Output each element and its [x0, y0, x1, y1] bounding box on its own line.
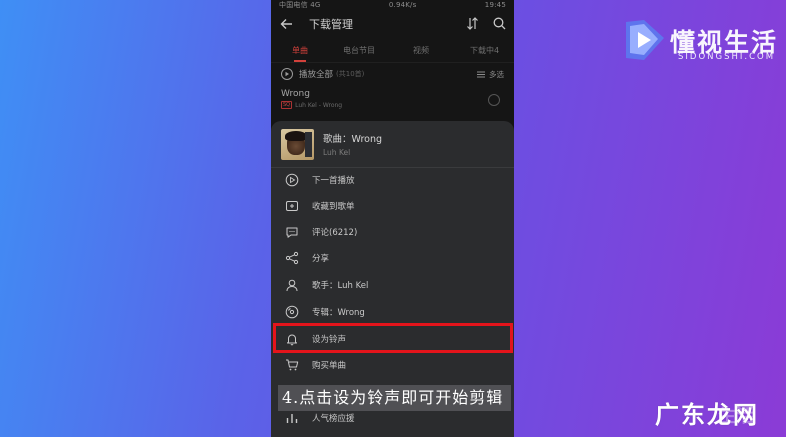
tab-bar: 单曲 电台节目 视频 下载中4: [271, 38, 514, 63]
logo-text-en: SIDONGSHI.COM: [678, 52, 776, 62]
tab-radio[interactable]: 电台节目: [343, 45, 375, 56]
sheet-song-title: 歌曲：Wrong: [323, 134, 383, 145]
song-name: Wrong: [281, 89, 310, 99]
quality-badge: SQ: [281, 101, 293, 109]
song-sub: SQ Luh Kel - Wrong: [281, 101, 504, 109]
menu-label: 歌手：Luh Kel: [312, 281, 369, 291]
artist-icon: [284, 278, 299, 293]
clock-text: 19:45: [484, 1, 506, 9]
menu-buy-single[interactable]: 购买单曲: [271, 352, 514, 378]
menu-label: 专辑：Wrong: [312, 308, 365, 318]
menu-play-next[interactable]: 下一首播放: [271, 167, 514, 193]
song-artist-album: Luh Kel - Wrong: [295, 101, 343, 109]
ringtone-highlight-box: [273, 323, 513, 353]
song-more-icon[interactable]: [488, 94, 500, 106]
album-icon: [284, 305, 299, 320]
watermark-faint: 生活: [718, 406, 754, 427]
play-logo-icon: [620, 18, 670, 64]
share-icon: [284, 251, 299, 266]
menu-artist[interactable]: 歌手：Luh Kel: [271, 272, 514, 298]
menu-label: 人气榜应援: [312, 414, 355, 424]
multi-select-button[interactable]: 多选: [477, 69, 504, 80]
menu-label: 购买单曲: [312, 361, 347, 371]
sidongshi-logo: 懂视生活 SIDONGSHI.COM: [620, 18, 778, 64]
sheet-artist: Luh Kel: [323, 148, 351, 157]
page-title: 下载管理: [309, 18, 353, 31]
app-bar: 下载管理: [271, 10, 514, 38]
menu-label: 评论(6212): [312, 228, 358, 238]
menu-label: 分享: [312, 254, 330, 264]
play-all-count: (共10首): [336, 70, 365, 78]
search-icon[interactable]: [493, 15, 506, 34]
menu-label: 下一首播放: [312, 176, 355, 186]
step-caption: 4.点击设为铃声即可开始剪辑: [278, 385, 511, 411]
menu-comment[interactable]: 评论(6212): [271, 219, 514, 245]
sort-icon[interactable]: [466, 15, 479, 34]
cart-icon: [284, 358, 299, 373]
play-all-label: 播放全部: [299, 70, 334, 80]
play-circle-icon: [281, 68, 293, 80]
sheet-header: 歌曲：Wrong Luh Kel: [271, 121, 514, 168]
menu-share[interactable]: 分享: [271, 245, 514, 271]
back-arrow-icon[interactable]: [279, 16, 295, 32]
phone-screen: 中国电信 4G 0.94K/s 19:45 下载管理 单曲 电台节目 视频 下载…: [271, 0, 514, 437]
carrier-text: 中国电信 4G: [279, 1, 321, 9]
tab-video[interactable]: 视频: [413, 45, 429, 56]
play-all-row[interactable]: 播放全部 (共10首) 多选: [271, 63, 514, 85]
multi-select-label: 多选: [489, 69, 504, 79]
menu-add-to-playlist[interactable]: 收藏到歌单: [271, 193, 514, 219]
tab-downloading[interactable]: 下载中4: [470, 45, 499, 56]
list-icon: [477, 71, 485, 77]
menu-album[interactable]: 专辑：Wrong: [271, 299, 514, 325]
chart-icon: [284, 411, 299, 426]
album-cover: [281, 128, 314, 160]
network-speed: 0.94K/s: [388, 1, 417, 9]
song-row[interactable]: Wrong SQ Luh Kel - Wrong: [271, 85, 514, 113]
menu-label: 收藏到歌单: [312, 202, 355, 212]
play-next-icon: [284, 173, 299, 188]
tab-single[interactable]: 单曲: [292, 45, 308, 62]
comment-icon: [284, 225, 299, 240]
add-to-playlist-icon: [284, 199, 299, 214]
status-bar: 中国电信 4G 0.94K/s 19:45: [271, 0, 514, 10]
